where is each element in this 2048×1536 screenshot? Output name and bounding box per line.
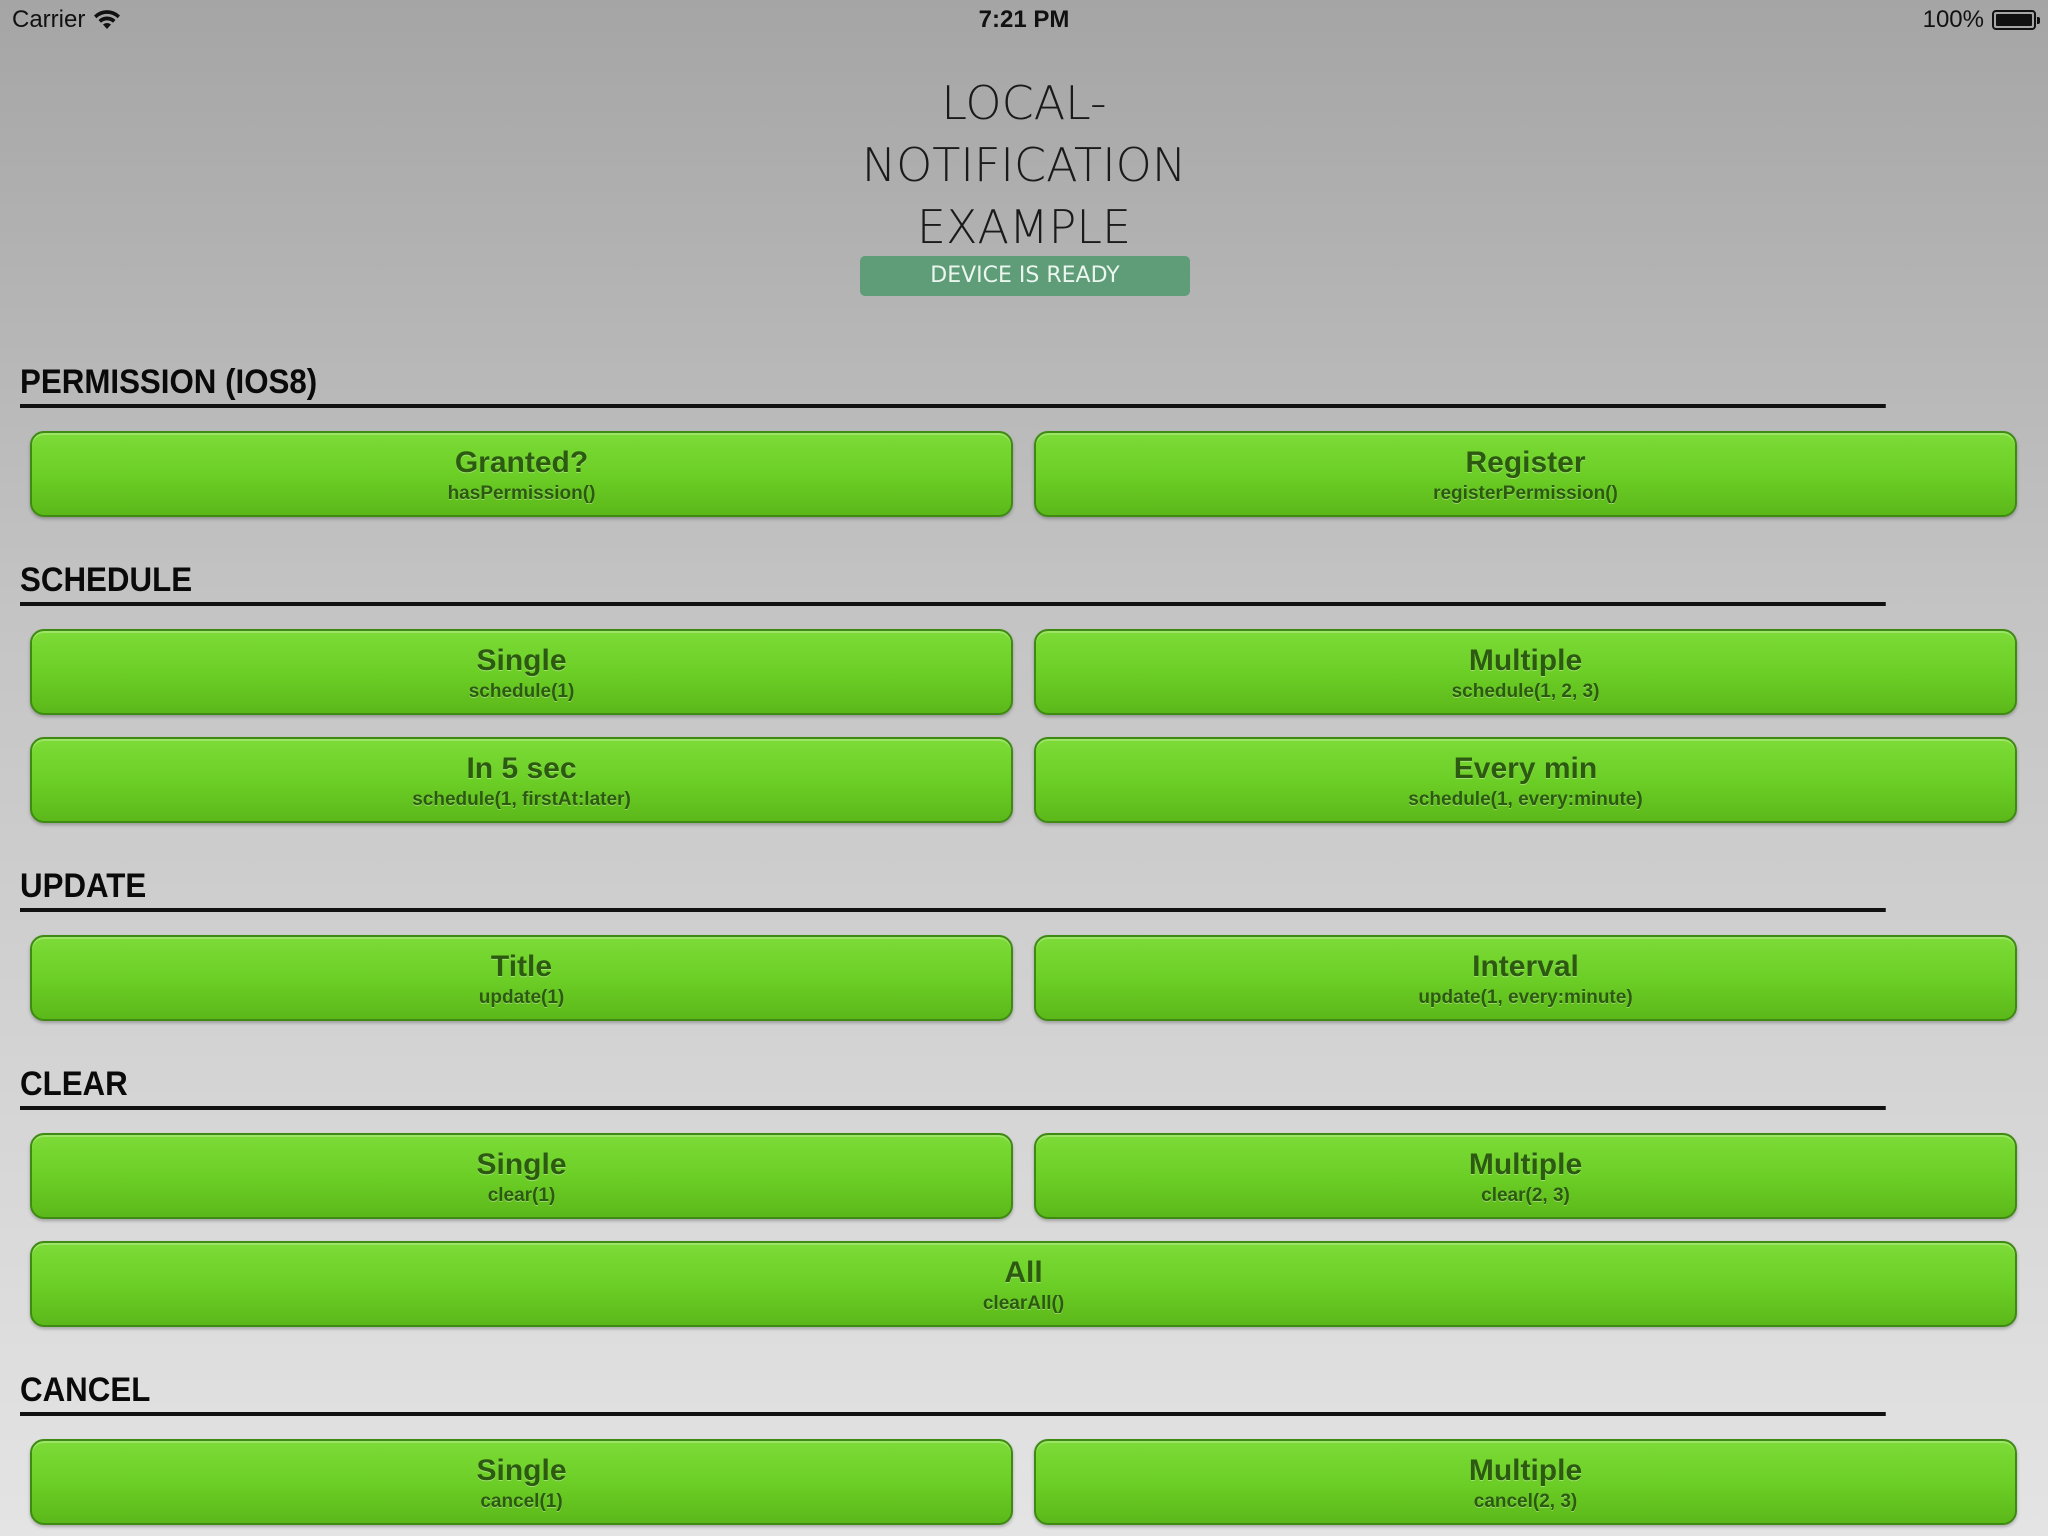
section-heading-cancel: CANCEL (20, 1368, 1886, 1416)
schedule-in-5-sec-button[interactable]: In 5 sec schedule(1, firstAt:later) (30, 737, 1013, 823)
button-subtitle: schedule(1, firstAt:later) (412, 789, 631, 810)
device-status-badge: DEVICE IS READY (860, 256, 1190, 296)
button-title: Single (476, 1454, 567, 1487)
status-right: 100% (1922, 6, 2040, 34)
button-title: In 5 sec (466, 752, 577, 785)
button-title: Interval (1472, 950, 1579, 983)
button-subtitle: clearAll() (982, 1293, 1065, 1314)
page-title-line-1: LOCAL- (941, 76, 1107, 130)
button-title: Single (476, 1148, 567, 1181)
cancel-single-button[interactable]: Single cancel(1) (30, 1439, 1013, 1525)
button-title: Single (476, 644, 567, 677)
schedule-every-min-button[interactable]: Every min schedule(1, every:minute) (1034, 737, 2017, 823)
button-subtitle: update(1, every:minute) (1418, 987, 1633, 1008)
button-subtitle: schedule(1, 2, 3) (1451, 681, 1600, 702)
status-time: 7:21 PM (978, 6, 1070, 33)
status-bar: Carrier 7:21 PM 100% (0, 0, 2048, 40)
page-title-line-3: EXAMPLE (916, 200, 1132, 254)
clear-multiple-button[interactable]: Multiple clear(2, 3) (1034, 1133, 2017, 1219)
battery-icon (1992, 10, 2040, 30)
button-subtitle: cancel(1) (480, 1491, 563, 1512)
clear-single-button[interactable]: Single clear(1) (30, 1133, 1013, 1219)
button-title: Title (490, 950, 553, 983)
battery-percentage: 100% (1922, 6, 1984, 33)
button-subtitle: update(1) (478, 987, 565, 1008)
button-title: Register (1465, 446, 1586, 479)
button-subtitle: clear(2, 3) (1481, 1185, 1570, 1206)
button-title: Multiple (1468, 644, 1583, 677)
section-heading-permission: PERMISSION (IOS8) (20, 360, 1886, 408)
page-title-line-2: NOTIFICATION (861, 138, 1187, 192)
button-subtitle: schedule(1, every:minute) (1408, 789, 1643, 810)
schedule-multiple-button[interactable]: Multiple schedule(1, 2, 3) (1034, 629, 2017, 715)
section-heading-schedule: SCHEDULE (20, 558, 1886, 606)
button-subtitle: schedule(1) (468, 681, 575, 702)
button-title: Every min (1453, 752, 1598, 785)
button-subtitle: hasPermission() (447, 483, 596, 504)
cancel-multiple-button[interactable]: Multiple cancel(2, 3) (1034, 1439, 2017, 1525)
section-heading-update: UPDATE (20, 864, 1886, 912)
schedule-single-button[interactable]: Single schedule(1) (30, 629, 1013, 715)
update-title-button[interactable]: Title update(1) (30, 935, 1013, 1021)
button-title: Multiple (1468, 1454, 1583, 1487)
button-title: Multiple (1468, 1148, 1583, 1181)
clear-all-button[interactable]: All clearAll() (30, 1241, 2017, 1327)
button-subtitle: cancel(2, 3) (1473, 1491, 1578, 1512)
page-title: LOCAL- NOTIFICATION EXAMPLE (0, 72, 2048, 258)
button-title: All (1004, 1256, 1043, 1289)
button-subtitle: registerPermission() (1433, 483, 1618, 504)
update-interval-button[interactable]: Interval update(1, every:minute) (1034, 935, 2017, 1021)
button-subtitle: clear(1) (487, 1185, 556, 1206)
section-heading-clear: CLEAR (20, 1062, 1886, 1110)
register-permission-button[interactable]: Register registerPermission() (1034, 431, 2017, 517)
button-title: Granted? (454, 446, 589, 479)
has-permission-button[interactable]: Granted? hasPermission() (30, 431, 1013, 517)
